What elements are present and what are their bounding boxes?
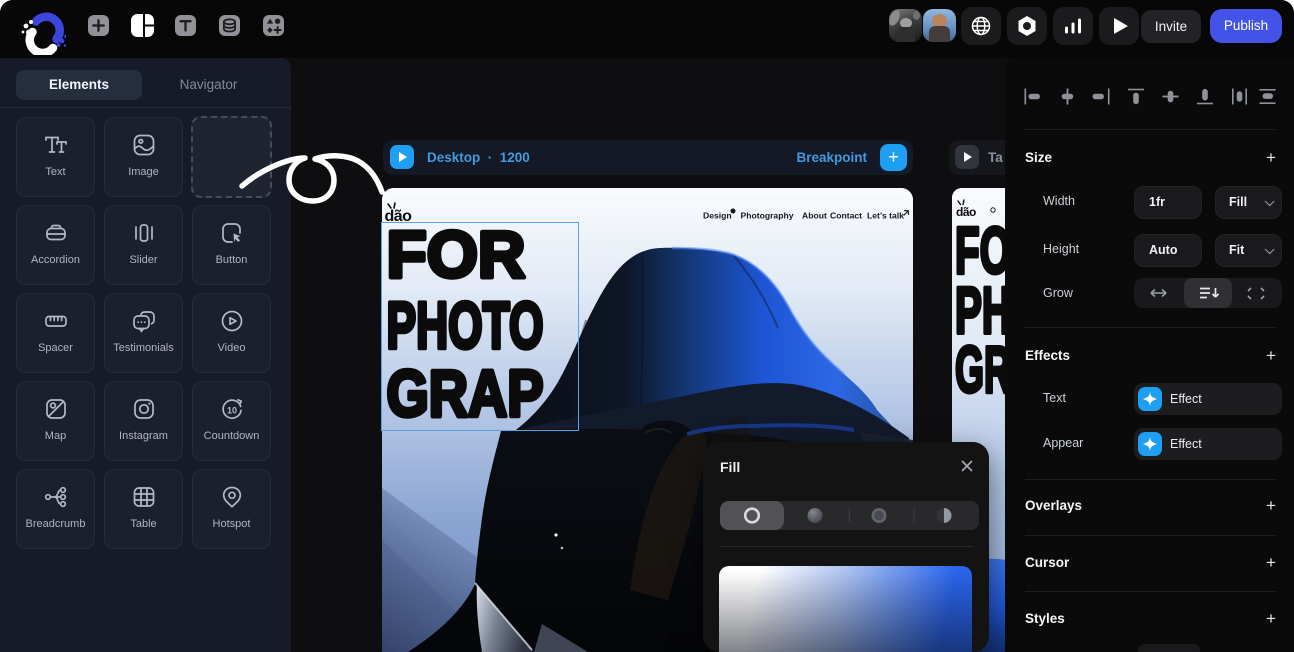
svg-text:Let’s talk: Let’s talk	[867, 211, 904, 221]
svg-text:dão: dão	[956, 205, 976, 219]
svg-text:Design: Design	[703, 211, 732, 221]
svg-text:10: 10	[226, 406, 236, 416]
svg-text:Contact: Contact	[830, 211, 862, 221]
svg-text:About: About	[802, 211, 827, 221]
svg-text:GR: GR	[955, 332, 1005, 406]
svg-text:Photography: Photography	[741, 211, 794, 221]
